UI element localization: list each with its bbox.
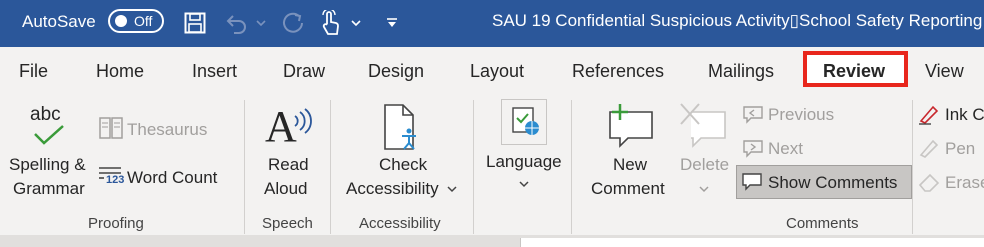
tab-design[interactable]: Design [368,61,424,82]
checkmark-icon [34,125,64,145]
autosave-toggle[interactable]: Off [108,9,164,33]
undo-dropdown-icon[interactable] [254,8,268,38]
tab-mailings[interactable]: Mailings [708,61,774,82]
touch-mode-icon[interactable] [316,8,346,38]
save-icon[interactable] [180,8,210,38]
tab-review[interactable]: Review [823,61,885,82]
language-globe-icon [512,107,539,135]
undo-icon[interactable] [222,8,252,38]
review-tab-highlight[interactable]: Review [803,51,908,87]
delete-comment-icon [680,103,726,148]
check-accessibility-label-1[interactable]: Check [379,155,427,175]
tab-references[interactable]: References [572,61,664,82]
pen-icon [919,139,939,158]
word-count-button[interactable]: Word Count [127,168,217,188]
check-accessibility-label-2[interactable]: Accessibility [346,179,439,199]
ink-button[interactable]: Ink C [945,105,984,125]
pen-button[interactable]: Pen [945,139,975,159]
thesaurus-button[interactable]: Thesaurus [127,120,207,140]
ink-to-text-icon [919,105,939,125]
tab-home[interactable]: Home [96,61,144,82]
toggle-knob [115,15,127,27]
spelling-abc-glyph: abc [30,104,61,125]
next-button[interactable]: Next [768,139,803,159]
check-accessibility-icon [384,104,416,150]
new-comment-label-2[interactable]: Comment [591,179,665,199]
spelling-grammar-label-1[interactable]: Spelling & [9,155,86,175]
proofing-group-label: Proofing [88,215,144,232]
previous-button[interactable]: Previous [768,105,834,125]
autosave-label: AutoSave [22,12,96,31]
sound-waves-icon [294,108,312,134]
eraser-icon [918,173,940,192]
delete-button[interactable]: Delete [680,155,729,175]
document-title: SAU 19 Confidential Suspicious Activity▯… [492,11,983,30]
spelling-grammar-label-2[interactable]: Grammar [13,179,85,199]
document-page-edge [520,238,984,247]
chevron-down-icon[interactable] [699,185,709,193]
title-bar: AutoSave Off SAU 19 Confidential Suspici… [0,0,984,47]
tab-draw[interactable]: Draw [283,61,325,82]
group-divider [244,100,245,234]
group-divider [330,100,331,234]
redo-icon[interactable] [278,8,308,38]
customize-toolbar-icon[interactable] [380,8,404,38]
previous-comment-icon [743,106,763,124]
language-button[interactable]: Language [486,152,562,172]
next-comment-icon [743,140,763,158]
chevron-down-icon[interactable] [519,180,529,188]
new-comment-label-1[interactable]: New [613,155,647,175]
group-divider [912,100,913,234]
tab-view[interactable]: View [925,61,964,82]
thesaurus-book-icon [99,117,123,139]
eraser-button[interactable]: Erase [945,173,984,193]
group-divider [571,100,572,234]
tab-layout[interactable]: Layout [470,61,524,82]
group-divider [473,100,474,234]
comments-group-label: Comments [786,215,859,232]
word-count-digits: 123 [106,174,125,186]
new-comment-icon [609,104,653,148]
touch-dropdown-icon[interactable] [348,8,364,38]
accessibility-group-label: Accessibility [359,215,441,232]
autosave-state: Off [134,13,153,29]
read-aloud-label-2[interactable]: Aloud [264,179,307,199]
tab-file[interactable]: File [19,61,48,82]
tab-insert[interactable]: Insert [192,61,237,82]
speech-group-label: Speech [262,215,313,232]
read-aloud-label-1[interactable]: Read [268,155,309,175]
show-comments-icon [742,173,762,191]
show-comments-label: Show Comments [768,173,898,192]
chevron-down-icon[interactable] [447,185,457,193]
